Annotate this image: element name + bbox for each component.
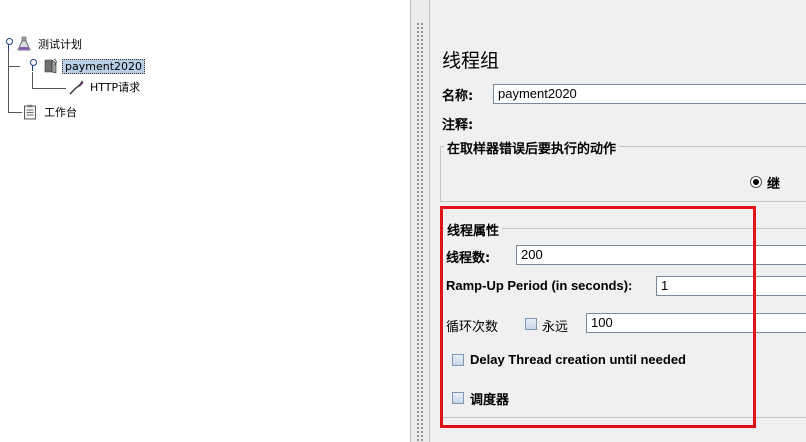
http-sampler-pipette-icon <box>68 79 84 95</box>
rampup-label: Ramp-Up Period (in seconds): <box>446 278 633 293</box>
delay-thread-checkbox[interactable] <box>452 354 464 366</box>
thread-group-panel: 线程组 名称: payment2020 注释: 在取样器错误后要执行的动作 继 … <box>430 0 806 442</box>
tree-connector <box>32 88 66 89</box>
splitter-grip <box>416 22 424 442</box>
threads-label: 线程数: <box>446 251 491 266</box>
loop-count-label: 循环次数 <box>446 320 499 335</box>
test-plan-tree[interactable]: 测试计划 payment2020 HTTP请求 工作台 <box>0 0 410 442</box>
tree-connector <box>8 112 22 113</box>
threads-field[interactable]: 200 <box>516 245 806 265</box>
thread-properties-title: 线程属性 <box>444 220 503 239</box>
tree-item-label: HTTP请求 <box>90 81 141 94</box>
page-title: 线程组 <box>442 50 500 72</box>
continue-radio-label: 继 <box>767 177 781 192</box>
tree-item-label: payment2020 <box>62 58 145 74</box>
tree-item-test-plan[interactable]: 测试计划 <box>16 35 84 53</box>
forever-checkbox[interactable] <box>525 318 537 330</box>
tree-expand-handle-icon[interactable] <box>4 38 13 50</box>
test-plan-flask-icon <box>16 36 32 52</box>
forever-label: 永远 <box>542 320 569 335</box>
thread-group-icon <box>42 58 58 74</box>
tree-connector <box>8 66 20 67</box>
tree-connector <box>8 48 9 112</box>
error-action-group-title: 在取样器错误后要执行的动作 <box>444 138 620 157</box>
scheduler-checkbox[interactable] <box>452 392 464 404</box>
tree-expand-handle-icon[interactable] <box>28 59 37 71</box>
scheduler-label: 调度器 <box>470 393 510 408</box>
name-label: 名称: <box>442 89 474 104</box>
continue-radio[interactable] <box>750 176 762 188</box>
name-field[interactable]: payment2020 <box>493 84 806 104</box>
loop-count-field[interactable]: 100 <box>586 313 806 333</box>
tree-item-workbench[interactable]: 工作台 <box>22 103 79 121</box>
tree-item-thread-group[interactable]: payment2020 <box>42 57 145 75</box>
split-pane-divider[interactable] <box>410 0 430 442</box>
rampup-field[interactable]: 1 <box>656 276 806 296</box>
workbench-clipboard-icon <box>22 104 38 120</box>
tree-item-http-request[interactable]: HTTP请求 <box>68 78 142 96</box>
comment-label: 注释: <box>442 118 474 133</box>
tree-item-label: 工作台 <box>44 106 77 119</box>
delay-thread-label: Delay Thread creation until needed <box>470 352 686 367</box>
tree-item-label: 测试计划 <box>38 38 82 51</box>
tree-connector <box>32 72 33 88</box>
